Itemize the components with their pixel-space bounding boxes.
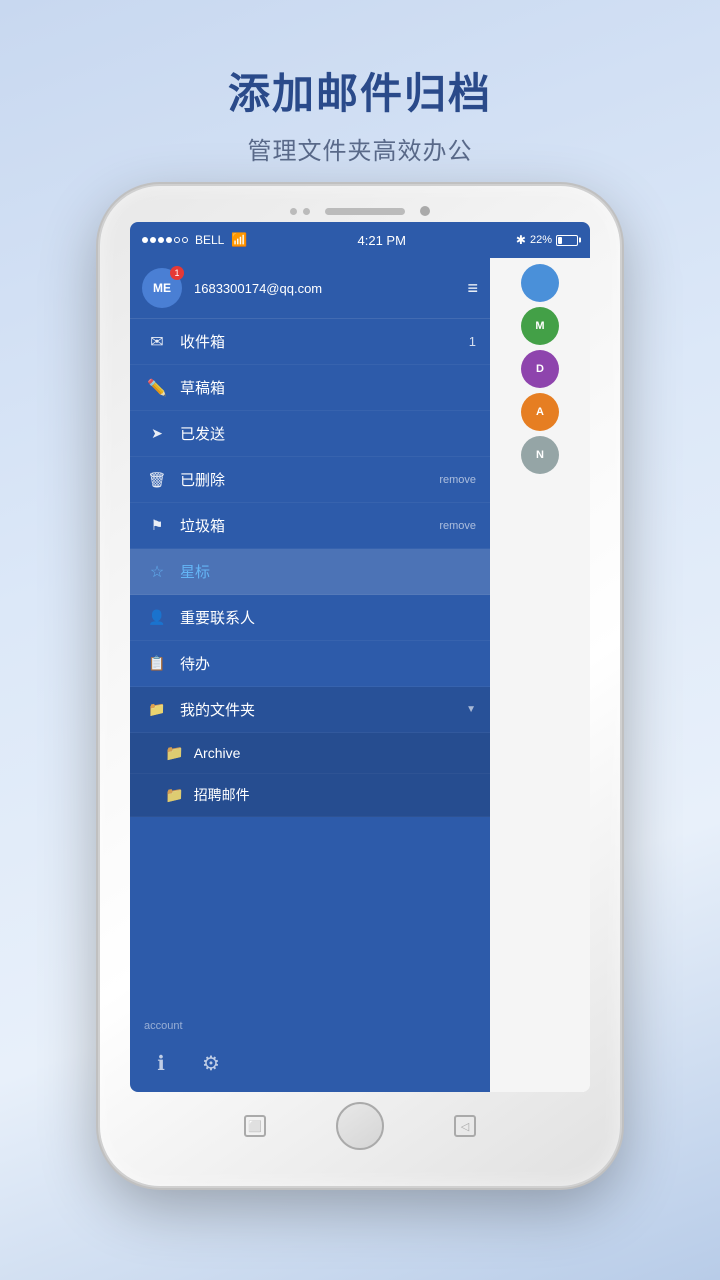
status-left: BELL 📶 <box>142 232 248 248</box>
starred-label: 星标 <box>180 561 476 582</box>
vip-icon: 👤 <box>144 609 170 626</box>
float-avatar-4[interactable]: A <box>521 393 559 431</box>
back-button[interactable]: ⬜ <box>244 1115 266 1137</box>
bluetooth-icon: ✱ <box>516 233 526 247</box>
phone-camera <box>420 206 430 216</box>
status-right: ✱ 22% <box>516 233 578 247</box>
spam-label: 垃圾箱 <box>180 515 439 536</box>
email-address: 1683300174@qq.com <box>194 281 467 296</box>
star-icon: ☆ <box>144 562 170 582</box>
sidebar-item-deleted[interactable]: 🗑 已删除 remove <box>130 457 490 503</box>
sensor-dot-2 <box>303 208 310 215</box>
avatar-container: ME 1 <box>142 268 182 308</box>
archive-folder-icon: 📁 <box>165 744 184 762</box>
sidebar-item-myfolder[interactable]: 📁 我的文件夹 ▼ <box>130 687 490 733</box>
signal-dot-3 <box>158 237 164 243</box>
sidebar: ME 1 1683300174@qq.com ≡ ✉ 收件箱 1 ✏️ 草稿箱 <box>130 258 490 1092</box>
sidebar-footer: ℹ ⚙ <box>130 1038 490 1092</box>
sent-label: 已发送 <box>180 423 476 444</box>
phone-sensors <box>290 208 310 215</box>
signal-dot-1 <box>142 237 148 243</box>
inbox-badge: 1 <box>469 334 476 349</box>
sidebar-item-spam[interactable]: ⚑ 垃圾箱 remove <box>130 503 490 549</box>
inbox-icon: ✉ <box>144 332 170 352</box>
todo-icon: 📋 <box>144 655 170 672</box>
signal-dot-5 <box>174 237 180 243</box>
sent-icon: ➤ <box>144 425 170 442</box>
sensor-dot-1 <box>290 208 297 215</box>
todo-label: 待办 <box>180 653 476 674</box>
inbox-label: 收件箱 <box>180 331 469 352</box>
phone-bottom: ⬜ ◁ <box>112 1092 608 1158</box>
home-button[interactable] <box>336 1102 384 1150</box>
signal-dot-6 <box>182 237 188 243</box>
float-avatar-2[interactable]: M <box>521 307 559 345</box>
spam-icon: ⚑ <box>144 517 170 534</box>
battery-percent: 22% <box>530 234 552 246</box>
floating-avatars: M D A N <box>490 258 590 480</box>
carrier-label: BELL <box>195 233 224 247</box>
sidebar-item-inbox[interactable]: ✉ 收件箱 1 <box>130 319 490 365</box>
phone-top <box>112 198 608 222</box>
info-icon[interactable]: ℹ <box>144 1046 178 1080</box>
sidebar-subfolder-archive[interactable]: 📁 Archive <box>130 733 490 774</box>
main-title: 添加邮件归档 <box>228 60 492 121</box>
sidebar-item-vip[interactable]: 👤 重要联系人 <box>130 595 490 641</box>
float-avatar-3[interactable]: D <box>521 350 559 388</box>
recruitment-label: 招聘邮件 <box>194 785 250 805</box>
spam-remove: remove <box>439 520 476 532</box>
folder-icon: 📁 <box>144 701 170 718</box>
sidebar-item-sent[interactable]: ➤ 已发送 <box>130 411 490 457</box>
sidebar-subfolder-recruitment[interactable]: 📁 招聘邮件 <box>130 774 490 817</box>
wifi-icon: 📶 <box>231 232 247 248</box>
drafts-label: 草稿箱 <box>180 377 476 398</box>
phone-speaker <box>325 208 405 215</box>
deleted-remove: remove <box>439 474 476 486</box>
signal-dots <box>142 237 188 243</box>
signal-dot-2 <box>150 237 156 243</box>
account-label: account <box>130 1018 490 1038</box>
main-area: M D A N <box>490 258 590 1092</box>
settings-icon[interactable]: ⚙ <box>194 1046 228 1080</box>
title-area: 添加邮件归档 管理文件夹高效办公 <box>228 0 492 186</box>
sidebar-item-todo[interactable]: 📋 待办 <box>130 641 490 687</box>
sidebar-item-drafts[interactable]: ✏️ 草稿箱 <box>130 365 490 411</box>
phone-frame: BELL 📶 4:21 PM ✱ 22% <box>100 186 620 1186</box>
archive-label: Archive <box>194 745 241 761</box>
status-bar: BELL 📶 4:21 PM ✱ 22% <box>130 222 590 258</box>
hamburger-menu-icon[interactable]: ≡ <box>467 278 478 299</box>
app-content: ME 1 1683300174@qq.com ≡ ✉ 收件箱 1 ✏️ 草稿箱 <box>130 258 590 1092</box>
myfolder-label: 我的文件夹 <box>180 699 462 720</box>
dropdown-arrow-icon: ▼ <box>466 704 476 715</box>
drafts-icon: ✏️ <box>144 378 170 398</box>
sidebar-item-starred[interactable]: ☆ 星标 <box>130 549 490 595</box>
status-time: 4:21 PM <box>358 233 406 248</box>
float-avatar-5[interactable]: N <box>521 436 559 474</box>
battery-fill <box>558 237 562 244</box>
battery-icon <box>556 235 578 246</box>
vip-label: 重要联系人 <box>180 607 476 628</box>
recruitment-folder-icon: 📁 <box>165 786 184 804</box>
signal-dot-4 <box>166 237 172 243</box>
deleted-label: 已删除 <box>180 469 439 490</box>
deleted-icon: 🗑 <box>144 471 170 489</box>
avatar-badge: 1 <box>170 266 184 280</box>
float-avatar-1[interactable] <box>521 264 559 302</box>
screen: BELL 📶 4:21 PM ✱ 22% <box>130 222 590 1092</box>
sidebar-header: ME 1 1683300174@qq.com ≡ <box>130 258 490 319</box>
recent-apps-button[interactable]: ◁ <box>454 1115 476 1137</box>
sub-title: 管理文件夹高效办公 <box>228 131 492 166</box>
